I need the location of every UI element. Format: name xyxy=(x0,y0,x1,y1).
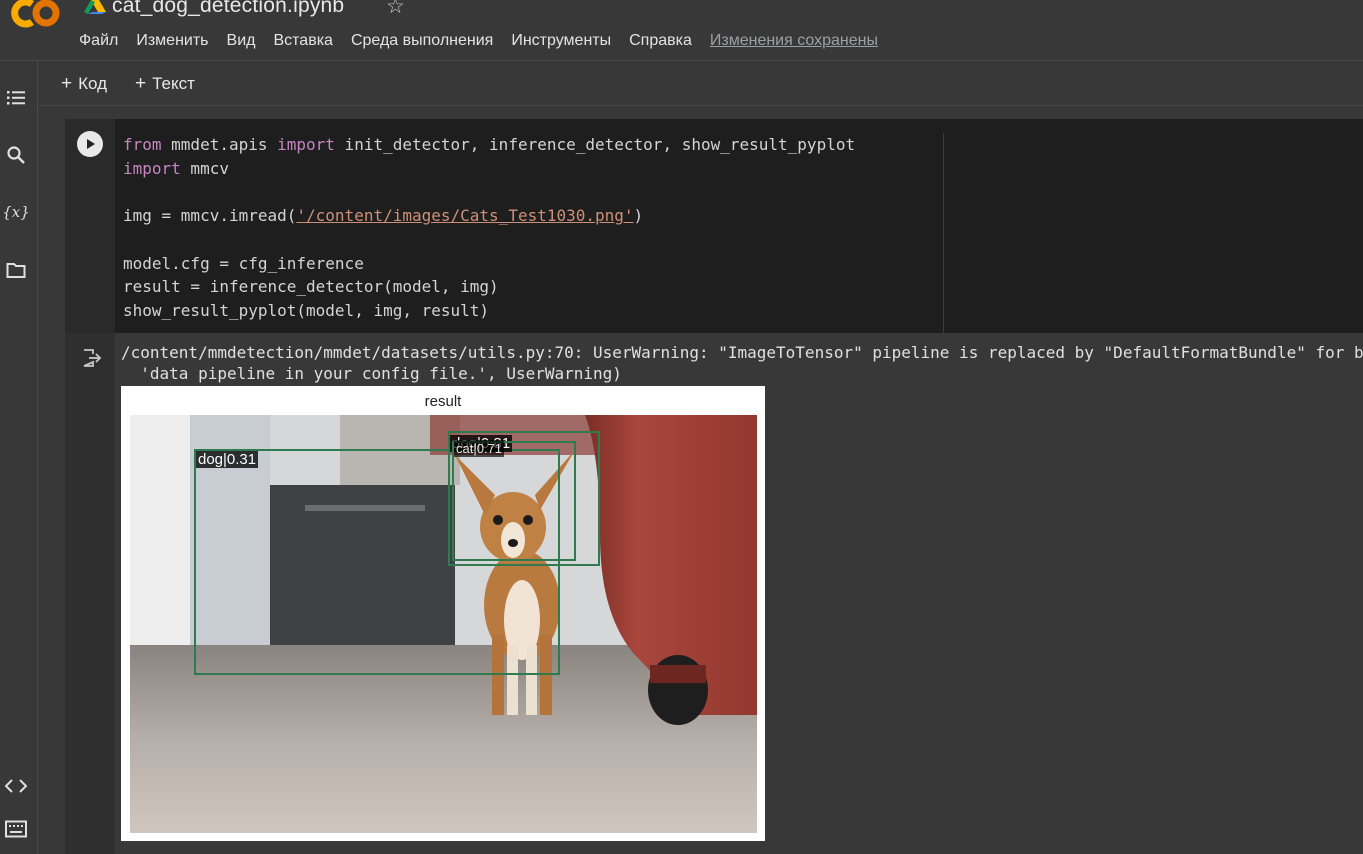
result-plot: result dog|0.31 cat|0.71 xyxy=(121,386,765,841)
google-drive-icon[interactable] xyxy=(84,0,106,14)
save-status-link[interactable]: Изменения сохранены xyxy=(710,32,878,50)
code-line: import mmcv xyxy=(123,157,855,181)
string-literal[interactable]: '/content/images/Cats_Test1030.png' xyxy=(296,206,633,225)
menu-insert[interactable]: Вставка xyxy=(273,32,332,50)
menu-help[interactable]: Справка xyxy=(629,32,692,50)
code-line: show_result_pyplot(model, img, result) xyxy=(123,300,490,320)
plus-icon: + xyxy=(61,73,73,94)
code-token: ) xyxy=(633,206,644,226)
keyword: import xyxy=(123,158,181,178)
app-header: cat_dog_detection.ipynb ☆ Файл Изменить … xyxy=(0,0,1363,61)
warning-line: 'data pipeline in your config file.', Us… xyxy=(121,364,622,383)
left-sidebar: {x} xyxy=(0,61,38,854)
keyword: from xyxy=(123,135,162,154)
cell-gutter xyxy=(65,119,115,333)
colab-logo[interactable] xyxy=(6,0,62,36)
add-code-label: Код xyxy=(78,74,108,93)
menu-tools[interactable]: Инструменты xyxy=(511,32,611,50)
menu-view[interactable]: Вид xyxy=(227,32,256,50)
menu-edit[interactable]: Изменить xyxy=(136,32,208,50)
warning-line: /content/mmdetection/mmdet/datasets/util… xyxy=(121,343,1363,362)
cell-output: /content/mmdetection/mmdet/datasets/util… xyxy=(115,333,1363,854)
play-icon xyxy=(87,139,95,149)
folder-icon[interactable] xyxy=(4,258,28,282)
plus-icon: + xyxy=(135,73,147,94)
notebook-toolbar: + Код + Текст xyxy=(39,61,1363,106)
menu-file[interactable]: Файл xyxy=(79,32,118,50)
output-actions-icon[interactable] xyxy=(81,347,103,369)
search-icon[interactable] xyxy=(4,143,28,167)
line-length-ruler xyxy=(943,133,944,333)
terminal-icon[interactable] xyxy=(4,817,28,841)
code-snippets-icon[interactable] xyxy=(4,774,28,798)
code-token: init_detector, inference_detector, show_… xyxy=(334,135,856,154)
variables-icon[interactable]: {x} xyxy=(2,200,30,224)
detection-box-cat: cat|0.71 xyxy=(452,440,576,561)
menu-runtime[interactable]: Среда выполнения xyxy=(351,32,493,50)
detection-label: dog|0.31 xyxy=(196,451,259,468)
code-text: from mmdet.apis import init_detector, in… xyxy=(123,133,855,323)
add-code-button[interactable]: + Код xyxy=(61,73,107,95)
keyword: import xyxy=(277,135,335,154)
code-line: result = inference_detector(model, img) xyxy=(123,277,499,297)
add-text-button[interactable]: + Текст xyxy=(135,73,195,95)
star-icon[interactable]: ☆ xyxy=(386,0,405,19)
code-line: model.cfg = cfg_inference xyxy=(123,253,364,273)
notebook-title[interactable]: cat_dog_detection.ipynb xyxy=(112,0,344,18)
detection-label: cat|0.71 xyxy=(454,440,505,457)
run-cell-button[interactable] xyxy=(77,131,103,157)
output-gutter xyxy=(65,333,115,854)
plot-title: result xyxy=(424,393,462,410)
code-token: mmcv xyxy=(180,158,229,178)
code-line: from mmdet.apis import init_detector, in… xyxy=(123,133,855,157)
warning-output: /content/mmdetection/mmdet/datasets/util… xyxy=(121,342,1363,384)
code-token: img = mmcv.imread( xyxy=(123,206,297,226)
toc-icon[interactable] xyxy=(4,86,28,110)
code-token: mmdet.apis xyxy=(161,135,278,154)
code-editor[interactable]: from mmdet.apis import init_detector, in… xyxy=(115,119,1363,333)
add-text-label: Текст xyxy=(152,74,195,93)
code-line: img = mmcv.imread('/content/images/Cats_… xyxy=(123,204,855,228)
menu-bar: Файл Изменить Вид Вставка Среда выполнен… xyxy=(79,30,878,52)
detection-image: dog|0.31 dog|0.81 cat|0.71 xyxy=(130,415,757,833)
code-cell[interactable]: from mmdet.apis import init_detector, in… xyxy=(65,119,1363,854)
